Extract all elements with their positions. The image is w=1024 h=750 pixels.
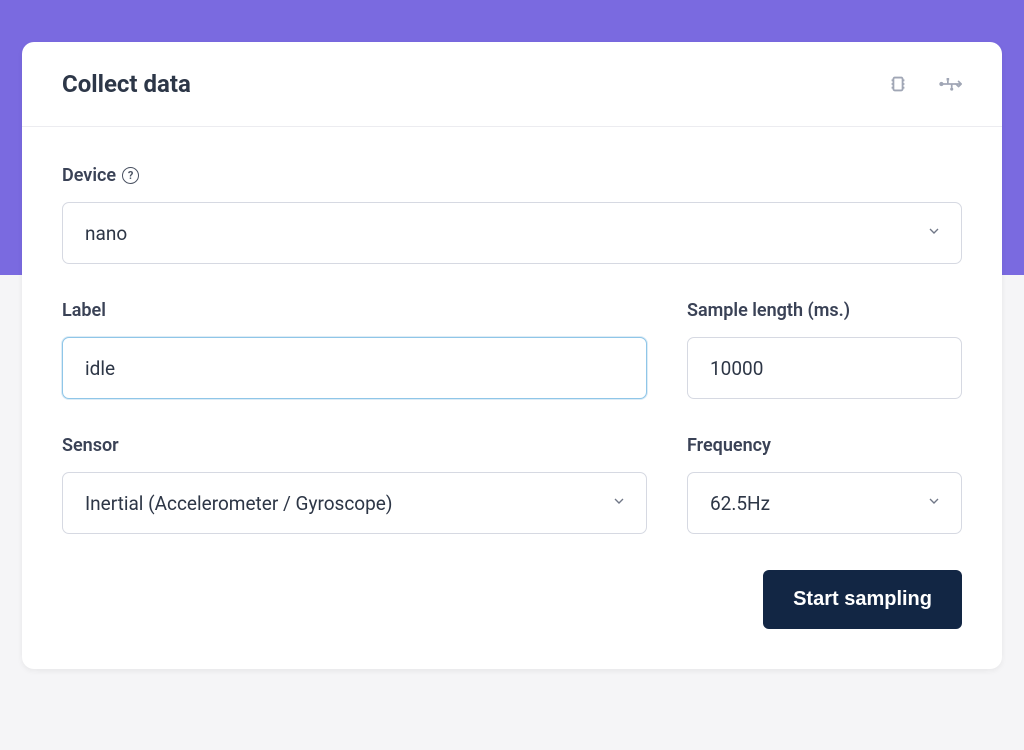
sample-length-input[interactable]: [687, 337, 962, 399]
frequency-select[interactable]: 62.5Hz: [687, 472, 962, 534]
collect-data-card: Collect data: [22, 42, 1002, 669]
label-sample-row: Label Sample length (ms.): [62, 300, 962, 399]
sensor-frequency-row: Sensor Inertial (Accelerometer / Gyrosco…: [62, 435, 962, 534]
device-label: Device ?: [62, 165, 962, 186]
frequency-label: Frequency: [687, 435, 962, 456]
label-input[interactable]: [62, 337, 647, 399]
sample-length-field: Sample length (ms.): [687, 300, 962, 399]
sensor-field: Sensor Inertial (Accelerometer / Gyrosco…: [62, 435, 647, 534]
start-sampling-button[interactable]: Start sampling: [763, 570, 962, 629]
card-body: Device ? nano Label Sample length (ms.): [22, 127, 1002, 669]
card-header: Collect data: [22, 42, 1002, 127]
device-select-value: nano: [62, 202, 962, 264]
usb-icon[interactable]: [938, 72, 962, 96]
sensor-label: Sensor: [62, 435, 647, 456]
label-field: Label: [62, 300, 647, 399]
device-select[interactable]: nano: [62, 202, 962, 264]
label-label: Label: [62, 300, 647, 321]
sensor-select-value: Inertial (Accelerometer / Gyroscope): [62, 472, 647, 534]
card-title: Collect data: [62, 70, 191, 98]
actions-row: Start sampling: [62, 570, 962, 629]
frequency-field: Frequency 62.5Hz: [687, 435, 962, 534]
header-icons: [886, 72, 962, 96]
sample-length-label: Sample length (ms.): [687, 300, 962, 321]
device-label-text: Device: [62, 165, 116, 186]
sensor-select[interactable]: Inertial (Accelerometer / Gyroscope): [62, 472, 647, 534]
device-field: Device ? nano: [62, 165, 962, 264]
chip-icon[interactable]: [886, 72, 910, 96]
help-icon[interactable]: ?: [122, 167, 139, 184]
device-row: Device ? nano: [62, 165, 962, 264]
frequency-select-value: 62.5Hz: [687, 472, 962, 534]
